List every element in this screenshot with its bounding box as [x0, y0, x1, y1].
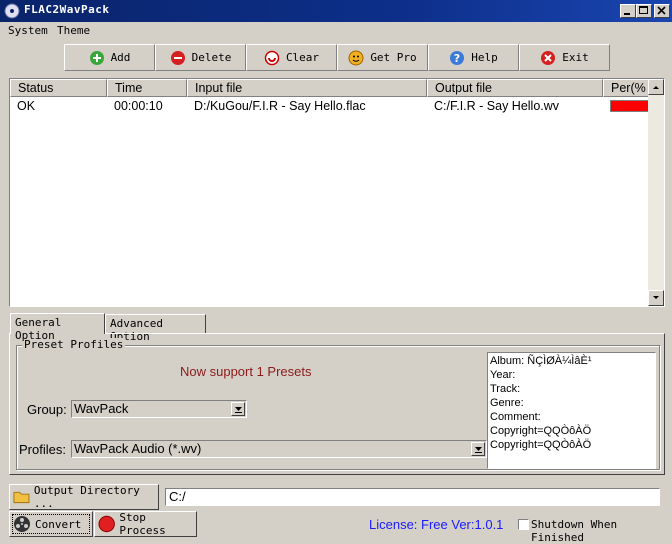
vertical-scrollbar[interactable] [648, 79, 664, 306]
column-input-file[interactable]: Input file [187, 79, 427, 97]
info-copyright-2: Copyright=QQÒôÀÖ [490, 439, 592, 451]
film-reel-icon [14, 516, 30, 532]
row-input: D:/KuGou/F.I.R - Say Hello.flac [194, 99, 366, 113]
convert-button[interactable]: Convert [9, 511, 93, 537]
folder-icon [13, 491, 30, 504]
tab-general-option[interactable]: General Option [10, 313, 105, 342]
help-label: Help [471, 51, 498, 64]
clear-label: Clear [285, 51, 320, 64]
clear-icon [264, 50, 280, 65]
delete-button[interactable]: Delete [155, 44, 246, 71]
row-time: 00:00:10 [114, 99, 163, 113]
delete-icon [170, 50, 185, 65]
svg-text:?: ? [454, 52, 460, 65]
arrow-down-icon [653, 296, 659, 299]
exit-label: Exit [562, 51, 589, 64]
add-label: Add [110, 51, 131, 64]
chevron-down-icon [475, 447, 482, 453]
menu-theme[interactable]: Theme [57, 24, 90, 37]
profiles-label: Profiles: [19, 442, 66, 457]
exit-button[interactable]: Exit [519, 44, 610, 71]
progress-fill [611, 101, 649, 111]
maximize-button[interactable] [636, 4, 652, 18]
minimize-icon [624, 13, 630, 15]
profiles-select-value: WavPack Audio (*.wv) [74, 441, 202, 456]
menu-bar: System Theme [0, 22, 672, 41]
info-comment: Comment: [490, 411, 541, 423]
window-title: FLAC2WavPack [24, 3, 110, 16]
maximize-icon [639, 6, 648, 14]
output-directory-label: Output Directory ... [33, 484, 140, 510]
row-status: OK [17, 99, 36, 113]
info-track: Track: [490, 383, 521, 395]
shutdown-label[interactable]: Shutdown When Finished [531, 518, 672, 544]
table-row[interactable]: OK 00:00:10 D:/KuGou/F.I.R - Say Hello.f… [10, 98, 650, 114]
exit-icon [541, 50, 556, 65]
help-icon: ? [450, 50, 465, 65]
preset-support-text: Now support 1 Presets [180, 364, 312, 379]
chevron-down-icon [235, 407, 242, 413]
profiles-select[interactable]: WavPack Audio (*.wv) [71, 440, 487, 458]
get-pro-label: Get Pro [370, 51, 417, 64]
get-pro-button[interactable]: Get Pro [337, 44, 428, 71]
add-button[interactable]: Add [64, 44, 155, 71]
menu-system[interactable]: System [8, 24, 48, 37]
tag-info-box[interactable]: Album: ÑÇÌØÀ¼ÌâÈ¹ Year: Track: Genre: Co… [487, 352, 656, 469]
delete-label: Delete [191, 51, 232, 64]
group-label: Group: [27, 402, 67, 417]
add-icon [89, 50, 104, 65]
convert-label: Convert [35, 517, 82, 531]
stop-icon [98, 515, 115, 533]
close-icon [657, 6, 666, 15]
row-output: C:/F.I.R - Say Hello.wv [434, 99, 560, 113]
column-percent[interactable]: Per(% [603, 79, 650, 97]
license-text: License: Free Ver:1.0.1 [369, 517, 504, 532]
close-button[interactable] [654, 4, 670, 18]
group-dropdown-button[interactable] [231, 402, 245, 416]
column-status[interactable]: Status [10, 79, 107, 97]
shutdown-checkbox[interactable] [518, 519, 529, 530]
row-progress-bar [610, 100, 650, 112]
profiles-dropdown-button[interactable] [471, 442, 485, 456]
help-button[interactable]: ? Help [428, 44, 519, 71]
info-genre: Genre: [490, 397, 524, 409]
info-album: Album: ÑÇÌØÀ¼ÌâÈ¹ [490, 355, 592, 367]
scroll-up-button[interactable] [648, 79, 664, 95]
group-select-value: WavPack [74, 401, 129, 416]
stop-process-label: Stop Process [119, 511, 166, 537]
app-disc-icon [4, 3, 20, 19]
output-directory-button[interactable]: Output Directory ... [9, 484, 159, 510]
title-bar[interactable]: FLAC2WavPack [0, 0, 672, 22]
info-copyright-1: Copyright=QQÒôÀÖ [490, 425, 592, 437]
minimize-button[interactable] [620, 4, 636, 18]
stop-process-button[interactable]: Stop Process [94, 511, 197, 537]
tab-advanced-option[interactable]: Advanced Option [105, 314, 206, 343]
clear-button[interactable]: Clear [246, 44, 337, 71]
output-directory-field[interactable]: C:/ [165, 488, 660, 506]
scroll-down-button[interactable] [648, 290, 664, 306]
getpro-icon [348, 50, 364, 65]
file-list[interactable]: Status Time Input file Output file Per(%… [9, 78, 665, 307]
column-output-file[interactable]: Output file [427, 79, 603, 97]
arrow-up-icon [653, 86, 659, 89]
info-year: Year: [490, 369, 516, 381]
column-time[interactable]: Time [107, 79, 187, 97]
group-select[interactable]: WavPack [71, 400, 247, 418]
